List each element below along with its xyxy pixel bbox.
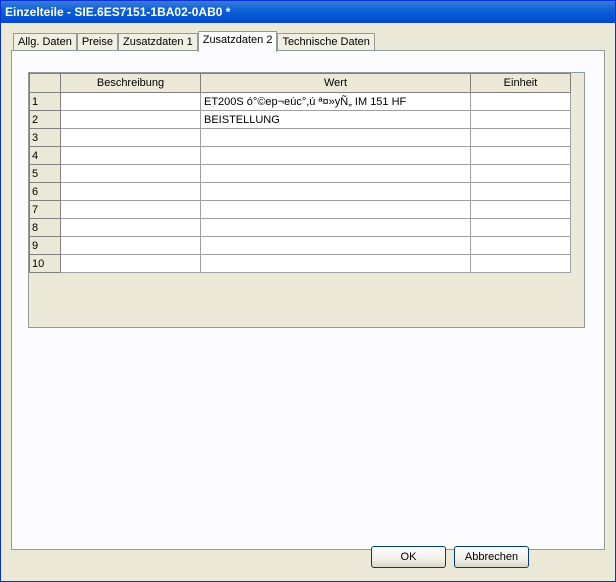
table-row: 1 ET200S ó°©ep¬eúc°,ú ª¤»yÑ„ IM 151 HF (29, 92, 571, 111)
cell-beschreibung[interactable] (60, 236, 201, 255)
cell-wert[interactable] (200, 182, 471, 201)
cell-beschreibung[interactable] (60, 182, 201, 201)
cell-einheit[interactable] (470, 128, 571, 147)
row-number[interactable]: 7 (29, 200, 61, 219)
row-number[interactable]: 9 (29, 236, 61, 255)
row-number[interactable]: 8 (29, 218, 61, 237)
tab-preise[interactable]: Preise (76, 33, 118, 51)
tab-strip: Allg. Daten Preise Zusatzdaten 1 Zusatzd… (13, 31, 375, 52)
tab-technische-daten[interactable]: Technische Daten (277, 33, 375, 51)
table-row: 6 (29, 182, 571, 201)
table-row: 2 BEISTELLUNG (29, 110, 571, 129)
cell-einheit[interactable] (470, 92, 571, 111)
cell-beschreibung[interactable] (60, 254, 201, 273)
row-number[interactable]: 1 (29, 92, 61, 111)
tab-zusatzdaten-1[interactable]: Zusatzdaten 1 (118, 33, 198, 51)
cell-beschreibung[interactable] (60, 146, 201, 165)
cell-wert[interactable]: BEISTELLUNG (200, 110, 471, 129)
cell-beschreibung[interactable] (60, 218, 201, 237)
cell-wert[interactable] (200, 128, 471, 147)
dialog-client-area: Allg. Daten Preise Zusatzdaten 1 Zusatzd… (3, 23, 613, 579)
tab-zusatzdaten-2[interactable]: Zusatzdaten 2 (197, 31, 278, 52)
cell-wert[interactable] (200, 254, 471, 273)
cell-wert[interactable] (200, 164, 471, 183)
cell-wert[interactable] (200, 146, 471, 165)
cell-wert[interactable]: ET200S ó°©ep¬eúc°,ú ª¤»yÑ„ IM 151 HF (200, 92, 471, 111)
row-number[interactable]: 10 (29, 254, 61, 273)
cell-einheit[interactable] (470, 110, 571, 129)
row-number[interactable]: 5 (29, 164, 61, 183)
tab-allg-daten[interactable]: Allg. Daten (13, 33, 77, 51)
cell-wert[interactable] (200, 200, 471, 219)
cell-einheit[interactable] (470, 182, 571, 201)
cell-beschreibung[interactable] (60, 200, 201, 219)
cell-einheit[interactable] (470, 218, 571, 237)
dialog-window: Einzelteile - SIE.6ES7151-1BA02-0AB0 * A… (0, 0, 616, 582)
row-number[interactable]: 3 (29, 128, 61, 147)
cell-beschreibung[interactable] (60, 92, 201, 111)
grid-header-row: Beschreibung Wert Einheit (29, 73, 571, 93)
column-header-beschreibung[interactable]: Beschreibung (60, 73, 201, 93)
row-number[interactable]: 6 (29, 182, 61, 201)
tab-panel-zusatzdaten-2: Beschreibung Wert Einheit 1 ET200S ó°©ep… (11, 50, 605, 550)
data-grid: Beschreibung Wert Einheit 1 ET200S ó°©ep… (29, 73, 571, 273)
cell-einheit[interactable] (470, 146, 571, 165)
cell-einheit[interactable] (470, 254, 571, 273)
table-row: 5 (29, 164, 571, 183)
cell-wert[interactable] (200, 218, 471, 237)
table-row: 7 (29, 200, 571, 219)
table-row: 9 (29, 236, 571, 255)
window-title: Einzelteile - SIE.6ES7151-1BA02-0AB0 * (5, 5, 231, 19)
cell-beschreibung[interactable] (60, 128, 201, 147)
table-row: 4 (29, 146, 571, 165)
table-row: 3 (29, 128, 571, 147)
grid-frame: Beschreibung Wert Einheit 1 ET200S ó°©ep… (28, 72, 585, 328)
cell-beschreibung[interactable] (60, 110, 201, 129)
cell-einheit[interactable] (470, 200, 571, 219)
cell-wert[interactable] (200, 236, 471, 255)
cell-einheit[interactable] (470, 164, 571, 183)
row-number[interactable]: 2 (29, 110, 61, 129)
table-row: 8 (29, 218, 571, 237)
table-row: 10 (29, 254, 571, 273)
grid-corner-cell[interactable] (29, 73, 61, 93)
cell-einheit[interactable] (470, 236, 571, 255)
ok-button[interactable]: OK (371, 546, 446, 568)
title-bar[interactable]: Einzelteile - SIE.6ES7151-1BA02-0AB0 * (1, 1, 615, 23)
column-header-einheit[interactable]: Einheit (470, 73, 571, 93)
row-number[interactable]: 4 (29, 146, 61, 165)
cancel-button[interactable]: Abbrechen (454, 546, 529, 568)
cell-beschreibung[interactable] (60, 164, 201, 183)
column-header-wert[interactable]: Wert (200, 73, 471, 93)
